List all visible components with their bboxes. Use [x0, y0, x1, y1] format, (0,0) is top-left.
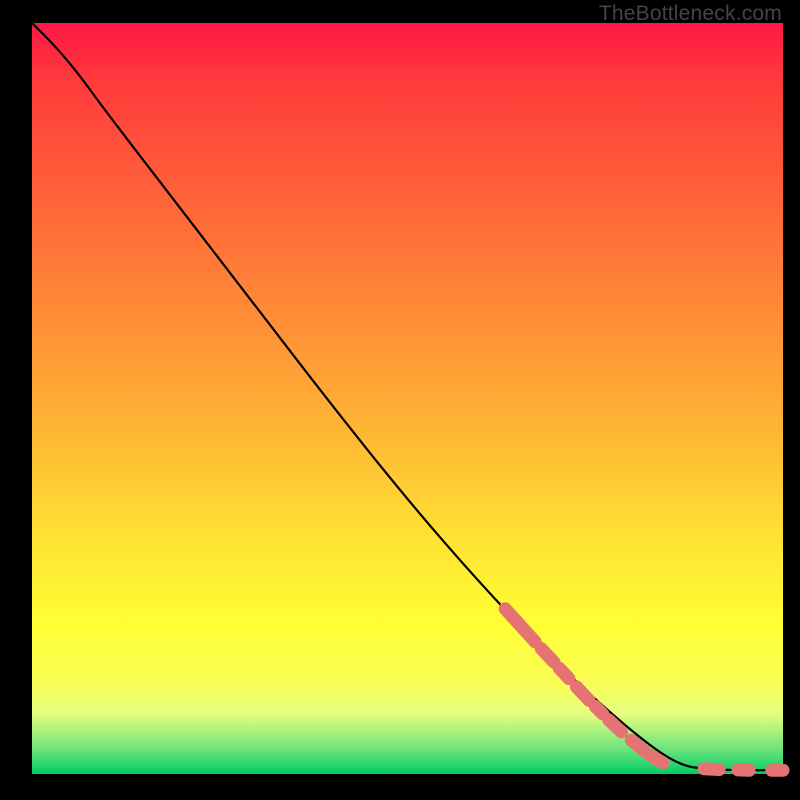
- highlight-segment: [541, 649, 554, 663]
- highlight-segment: [559, 668, 569, 679]
- highlight-segments: [505, 609, 783, 770]
- curve-line: [32, 23, 783, 770]
- highlight-segment: [650, 755, 663, 763]
- highlight-segment: [609, 720, 622, 732]
- attribution-text: TheBottleneck.com: [599, 2, 782, 26]
- highlight-segment: [576, 687, 589, 701]
- highlight-segment: [595, 706, 603, 714]
- highlight-segment: [631, 740, 644, 751]
- chart-overlay: [32, 23, 783, 774]
- plot-area: [32, 23, 783, 774]
- highlight-segment: [520, 625, 535, 642]
- highlight-segment: [704, 769, 719, 770]
